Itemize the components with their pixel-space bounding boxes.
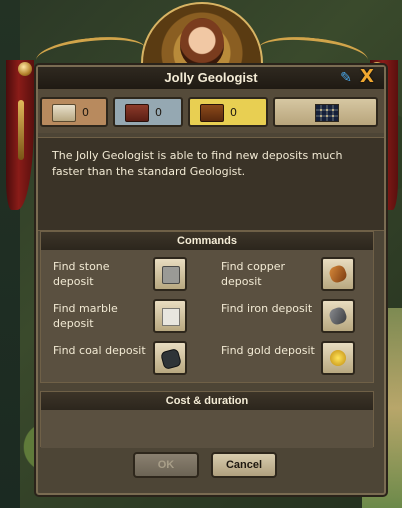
tab-paper-book[interactable]: 0 (40, 97, 108, 127)
title-bar: Jolly Geologist ✎ X (38, 67, 384, 90)
command-label: Find copper deposit (221, 260, 286, 288)
marble-icon (162, 308, 180, 326)
command-find-marble: Find marble deposit (43, 298, 203, 338)
command-find-copper: Find copper deposit (211, 256, 371, 296)
curtain-rod-knob-left (18, 62, 32, 76)
command-label: Find coal deposit (53, 344, 146, 357)
command-find-stone: Find stone deposit (43, 256, 203, 296)
commands-heading: Commands (41, 232, 373, 250)
command-find-coal: Find coal deposit (43, 340, 203, 380)
find-stone-button[interactable] (153, 257, 187, 291)
command-label: Find marble deposit (53, 302, 118, 330)
tab-red-book[interactable]: 0 (113, 97, 183, 127)
cost-body (41, 410, 373, 448)
find-copper-button[interactable] (321, 257, 355, 291)
description-box: The Jolly Geologist is able to find new … (38, 137, 384, 231)
brown-book-icon (200, 104, 224, 122)
curtain-tassel (18, 100, 24, 160)
find-marble-button[interactable] (153, 299, 187, 333)
close-icon[interactable]: X (358, 68, 376, 86)
gold-icon (330, 350, 346, 366)
command-label: Find stone deposit (53, 260, 110, 288)
tab-count: 0 (230, 106, 237, 119)
tab-strip: 0 0 0 (38, 89, 384, 133)
paper-book-icon (52, 104, 76, 122)
find-iron-button[interactable] (321, 299, 355, 333)
ok-button[interactable]: OK (133, 452, 199, 478)
description-text: The Jolly Geologist is able to find new … (52, 149, 343, 178)
cost-heading: Cost & duration (41, 392, 373, 410)
stone-icon (162, 266, 180, 284)
coal-icon (159, 347, 183, 371)
iron-icon (327, 305, 349, 327)
red-book-icon (125, 104, 149, 122)
geologist-portrait (180, 18, 224, 68)
cancel-button[interactable]: Cancel (211, 452, 277, 478)
command-find-iron: Find iron deposit (211, 298, 371, 338)
tab-grid[interactable] (273, 97, 378, 127)
tab-count: 0 (155, 106, 162, 119)
commands-panel: Commands Find stone deposit Find copper … (40, 231, 374, 383)
cost-panel: Cost & duration (40, 391, 374, 448)
find-gold-button[interactable] (321, 341, 355, 375)
command-label: Find gold deposit (221, 344, 315, 357)
tab-count: 0 (82, 106, 89, 119)
copper-icon (327, 263, 349, 285)
window-title: Jolly Geologist (164, 70, 258, 85)
command-label: Find iron deposit (221, 302, 313, 315)
pencil-icon[interactable]: ✎ (338, 70, 354, 86)
specialist-window: Jolly Geologist ✎ X 0 0 0 The Jolly Geol… (36, 65, 386, 495)
grid-icon (315, 104, 339, 122)
command-find-gold: Find gold deposit (211, 340, 371, 380)
find-coal-button[interactable] (153, 341, 187, 375)
tab-brown-book[interactable]: 0 (188, 97, 268, 127)
